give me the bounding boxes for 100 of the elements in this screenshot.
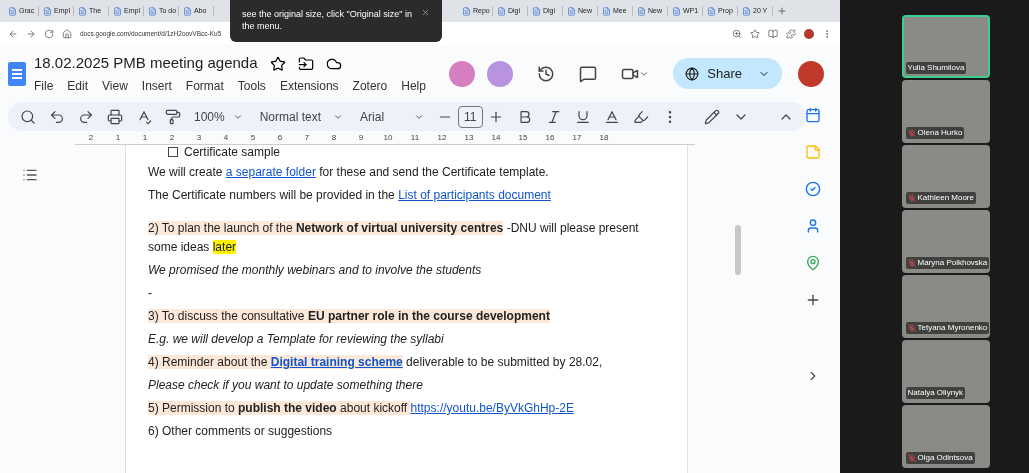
participant-name: Olena Hurko <box>917 127 963 139</box>
reload-icon[interactable] <box>44 28 54 39</box>
ruler-number: 7 <box>303 132 311 144</box>
tab-favicon-icon <box>567 6 576 16</box>
print-icon[interactable] <box>107 108 123 125</box>
menu-item[interactable]: File <box>34 76 54 95</box>
doc-paragraph: 4) Reminder about the Digital training scheme deliverable to be submitted by 28.02, <box>148 354 604 371</box>
map-pin-icon[interactable] <box>805 255 821 271</box>
style-dropdown[interactable]: Normal text <box>259 107 344 126</box>
paint-format-icon[interactable] <box>165 108 181 125</box>
text-color-icon[interactable] <box>603 108 620 125</box>
tab-favicon-icon <box>78 6 87 16</box>
bookmark-star-icon[interactable] <box>750 28 760 39</box>
ruler-number: 10 <box>382 132 394 144</box>
doc-paragraph: We promised the monthly webinars and to involve the students <box>148 262 483 279</box>
share-button[interactable]: Share <box>673 58 782 89</box>
notice-text: see the original size, click "Original size" in the menu. <box>242 8 413 32</box>
menu-item[interactable]: Tools <box>237 76 266 95</box>
doc-paragraph: 3) To discuss the consultative EU partner role in the course development <box>148 308 551 325</box>
menu-item[interactable]: Edit <box>67 76 89 95</box>
menu-item[interactable]: Extensions <box>279 76 339 95</box>
undo-icon[interactable] <box>49 108 65 125</box>
move-folder-icon[interactable] <box>297 55 314 72</box>
extensions-icon[interactable] <box>786 28 796 39</box>
participant-name: Natalya Oliynyk <box>907 387 964 399</box>
ruler-number: 12 <box>436 132 448 144</box>
font-dropdown[interactable]: Arial <box>360 107 425 126</box>
menu-item[interactable]: View <box>102 76 128 95</box>
font-size-field[interactable]: 11 <box>458 105 483 128</box>
menu-item[interactable]: Insert <box>141 76 172 95</box>
document-title[interactable]: 18.02.2025 PMB meeting agenda <box>34 52 258 75</box>
doc-paragraph: 2) To plan the launch of the Network of virtual university centres -DNU will please present some ideas later <box>148 220 640 256</box>
contacts-icon[interactable] <box>805 218 821 234</box>
participant-video-tile[interactable]: Olena Hurko <box>901 80 990 143</box>
new-tab-icon[interactable] <box>777 6 787 16</box>
spellcheck-icon[interactable] <box>136 108 152 125</box>
doc-paragraph: 6) Other comments or suggestions <box>148 423 334 440</box>
doc-link[interactable]: a separate folder <box>225 165 316 179</box>
tab-favicon-icon <box>43 6 52 16</box>
doc-paragraph: - <box>148 285 153 302</box>
zoom-icon[interactable] <box>732 28 742 39</box>
tab-favicon-icon <box>113 6 122 16</box>
home-icon[interactable] <box>62 28 72 39</box>
star-icon[interactable] <box>269 55 286 72</box>
participant-name: Tetyana Myronenko <box>917 322 988 334</box>
doc-paragraph: E.g. we will develop a Template for reviewing the syllabi <box>148 331 445 348</box>
globe-icon <box>685 66 700 81</box>
ruler-number: 14 <box>490 132 502 144</box>
add-icon[interactable] <box>805 292 821 308</box>
doc-link[interactable]: Digital training scheme <box>270 355 403 369</box>
checkbox[interactable] <box>168 147 178 157</box>
highlighter-icon[interactable] <box>632 108 649 125</box>
redo-icon[interactable] <box>78 108 94 125</box>
menu-item[interactable]: Help <box>401 76 426 95</box>
ruler-number: 6 <box>276 132 284 144</box>
participant-video-tile[interactable]: Maryna Polkhovska <box>901 210 990 273</box>
search-icon[interactable] <box>20 108 36 125</box>
ruler-number: 2 <box>87 132 95 144</box>
doc-paragraph: The Certificate numbers will be provided in the List of participants document <box>148 187 552 204</box>
docs-logo-icon[interactable] <box>8 61 26 86</box>
account-avatar[interactable] <box>798 60 824 87</box>
ruler-number: 5 <box>249 132 257 144</box>
underline-icon[interactable] <box>574 108 591 125</box>
participant-video-tile[interactable]: Olga Odintsova <box>901 405 990 468</box>
doc-link[interactable]: List of participants document <box>398 188 551 202</box>
outline-icon[interactable] <box>22 167 38 183</box>
close-icon[interactable] <box>421 8 430 17</box>
tab-favicon-icon <box>707 6 716 16</box>
version-history-icon[interactable] <box>537 64 556 83</box>
ruler-number: 11 <box>409 132 421 144</box>
comments-icon[interactable] <box>579 64 598 83</box>
tab-favicon-icon <box>602 6 611 16</box>
tab-favicon-icon <box>672 6 681 16</box>
participant-video-tile[interactable]: Tetyana Myronenko <box>901 275 990 338</box>
forward-icon[interactable] <box>26 28 36 39</box>
profile-avatar[interactable] <box>804 28 814 39</box>
calendar-icon[interactable] <box>805 107 821 123</box>
collaborator-avatar[interactable] <box>449 60 476 87</box>
zoom-dropdown[interactable]: 100% <box>194 107 243 126</box>
back-icon[interactable] <box>8 28 18 39</box>
doc-paragraph: 5) Permission to publish the video about kickoff https://youtu.be/ByVkGhHp-2E <box>148 400 575 417</box>
tasks-icon[interactable] <box>805 181 821 197</box>
tab-favicon-icon <box>148 6 157 16</box>
participant-video-tile[interactable]: Kathleen Moore <box>901 145 990 208</box>
pencil-icon[interactable] <box>703 108 720 125</box>
ruler-number: 1 <box>141 132 149 144</box>
participant-video-tile[interactable]: Natalya Oliynyk <box>901 340 990 403</box>
ruler-number: 18 <box>598 132 610 144</box>
ruler-number: 4 <box>222 132 230 144</box>
participant-video-tile[interactable]: Yulia Shumilova <box>901 15 990 78</box>
scrollbar-thumb[interactable] <box>735 225 741 275</box>
menu-item[interactable]: Zotero <box>352 76 388 95</box>
doc-link[interactable]: https://youtu.be/ByVkGhHp-2E <box>410 401 574 415</box>
participant-name: Maryna Polkhovska <box>917 257 988 269</box>
reading-list-icon[interactable] <box>768 28 778 39</box>
menu-item[interactable]: Format <box>185 76 224 95</box>
tab-favicon-icon <box>462 6 471 16</box>
ruler-number: 13 <box>463 132 475 144</box>
ruler-number: 16 <box>544 132 556 144</box>
tab-favicon-icon <box>637 6 646 16</box>
